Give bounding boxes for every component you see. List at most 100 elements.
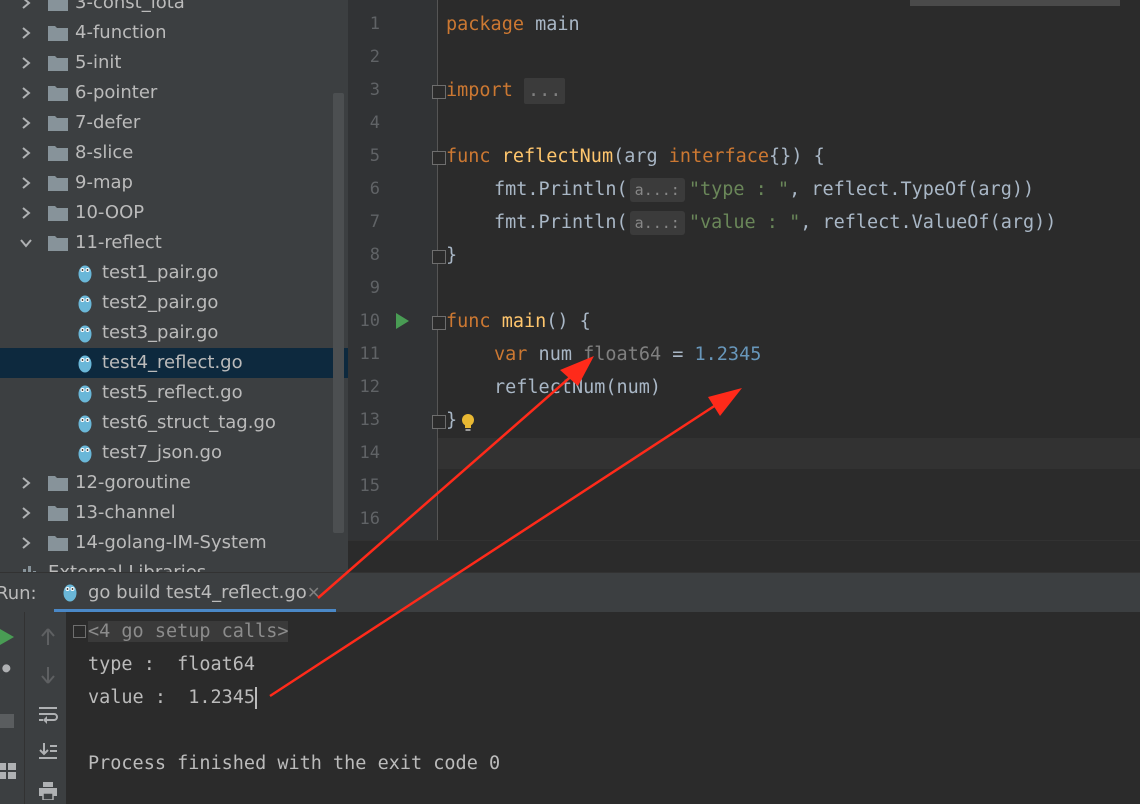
folder-icon — [48, 56, 68, 71]
fold-end-icon[interactable] — [432, 415, 446, 429]
tree-item-label: 14-golang-IM-System — [75, 532, 267, 553]
console-line: type : float64 — [88, 654, 256, 675]
fold-end-icon[interactable] — [432, 250, 446, 264]
tree-folder-item[interactable]: 7-defer — [0, 108, 348, 138]
expand-icon[interactable] — [73, 625, 86, 638]
tree-folder-item[interactable]: 9-map — [0, 168, 348, 198]
gopher-icon — [78, 355, 92, 373]
function-name: reflectNum — [501, 146, 614, 167]
tree-file-item[interactable]: test1_pair.go — [0, 258, 348, 288]
tree-folder-item[interactable]: 10-OOP — [0, 198, 348, 228]
tree-item-label: 9-map — [75, 172, 133, 193]
folder-icon — [48, 206, 68, 221]
gutter-divider — [437, 0, 438, 540]
code-editor[interactable]: 1234567891011121314151617 package main i… — [348, 0, 1140, 572]
folder-icon — [48, 236, 68, 251]
soft-wrap-icon[interactable] — [37, 704, 59, 726]
chevron-right-icon[interactable] — [18, 115, 34, 131]
tree-item-label: test5_reflect.go — [102, 382, 243, 403]
editor-footer — [348, 540, 1140, 572]
folded-region[interactable]: ... — [523, 78, 566, 104]
line-number: 6 — [369, 179, 380, 199]
tree-item-label: test7_json.go — [102, 442, 222, 463]
line-number: 1 — [369, 14, 380, 34]
folder-icon — [48, 86, 68, 101]
code-line-16: } — [446, 404, 457, 437]
text-caret — [255, 687, 258, 709]
tree-folder-item[interactable]: 4-function — [0, 18, 348, 48]
tree-item-label: 3-const_iota — [75, 0, 185, 13]
editor-scrollbar[interactable] — [910, 0, 1120, 6]
scroll-to-end-icon[interactable] — [37, 740, 59, 762]
tree-folder-item[interactable]: 12-goroutine — [0, 468, 348, 498]
rerun-icon[interactable] — [0, 626, 18, 648]
tree-file-item[interactable]: test7_json.go — [0, 438, 348, 468]
params-close: {}) { — [769, 146, 825, 167]
chevron-right-icon[interactable] — [18, 475, 34, 491]
tree-folder-item[interactable]: 3-const_iota — [0, 0, 348, 18]
tree-file-item[interactable]: test4_reflect.go — [0, 348, 348, 378]
chevron-down-icon[interactable] — [18, 235, 34, 251]
package-ref: fmt — [494, 179, 528, 200]
arrow-up-icon[interactable] — [37, 626, 59, 648]
chevron-right-icon[interactable] — [18, 0, 34, 11]
tree-file-item[interactable]: test6_struct_tag.go — [0, 408, 348, 438]
chevron-right-icon[interactable] — [18, 505, 34, 521]
fold-collapse-icon[interactable] — [432, 316, 446, 330]
library-icon — [23, 566, 36, 572]
line-number: 10 — [359, 311, 380, 331]
string-literal: "type : " — [688, 179, 790, 200]
tree-file-item[interactable]: test2_pair.go — [0, 288, 348, 318]
wrench-icon[interactable] — [0, 662, 18, 684]
gopher-icon — [78, 295, 92, 313]
tree-item-label: test1_pair.go — [102, 262, 219, 283]
code-line-14: var num float64 = 1.2345 — [494, 338, 761, 371]
chevron-right-icon[interactable] — [18, 25, 34, 41]
chevron-right-icon[interactable] — [18, 55, 34, 71]
stop-icon[interactable] — [0, 710, 18, 732]
chevron-right-icon[interactable] — [18, 535, 34, 551]
chevron-right-icon[interactable] — [18, 85, 34, 101]
code-line-9: fmt.Println(a...: "type : ", reflect.Type… — [494, 173, 1034, 206]
tree-file-item[interactable]: test3_pair.go — [0, 318, 348, 348]
console-output[interactable]: <4 go setup calls> type : float64 value … — [66, 612, 1140, 804]
code-line-13: func main() { — [446, 305, 591, 338]
tree-folder-item[interactable]: 13-channel — [0, 498, 348, 528]
close-icon[interactable]: ✕ — [307, 583, 320, 602]
print-icon[interactable] — [37, 780, 59, 802]
tree-folder-item[interactable]: 8-slice — [0, 138, 348, 168]
tree-folder-item[interactable]: 14-golang-IM-System — [0, 528, 348, 558]
fold-expand-icon[interactable] — [432, 85, 446, 99]
chevron-right-icon[interactable] — [18, 145, 34, 161]
lightbulb-icon[interactable] — [461, 413, 475, 433]
folder-icon — [48, 176, 68, 191]
run-gutter-icon[interactable] — [396, 313, 409, 329]
keyword: import — [446, 80, 513, 101]
tree-item-label: 6-pointer — [75, 82, 158, 103]
fold-collapse-icon[interactable] — [432, 151, 446, 165]
run-tab-title: go build test4_reflect.go — [88, 582, 307, 603]
chevron-right-icon[interactable] — [18, 205, 34, 221]
arrow-down-icon[interactable] — [37, 664, 59, 686]
chevron-right-icon[interactable] — [18, 175, 34, 191]
line-number: 9 — [369, 278, 380, 298]
line-number: 13 — [359, 410, 380, 430]
restore-layout-icon[interactable] — [0, 760, 18, 782]
gopher-icon — [78, 415, 92, 433]
tree-item-label: 8-slice — [75, 142, 134, 163]
tree-scrollbar[interactable] — [333, 93, 344, 533]
call: .Println( — [527, 212, 628, 233]
tree-folder-item[interactable]: 5-init — [0, 48, 348, 78]
tree-item-label: 7-defer — [75, 112, 141, 133]
parameter-hint: a...: — [629, 211, 685, 235]
tree-folder-item[interactable]: 11-reflect — [0, 228, 348, 258]
line-number: 11 — [359, 344, 380, 364]
params: (arg — [613, 146, 669, 167]
tree-folder-item[interactable]: External Libraries — [0, 558, 348, 572]
line-number: 2 — [369, 47, 380, 67]
tree-file-item[interactable]: test5_reflect.go — [0, 378, 348, 408]
tree-folder-item[interactable]: 6-pointer — [0, 78, 348, 108]
line-number: 7 — [369, 212, 380, 232]
go-setup-calls-fold[interactable]: <4 go setup calls> — [88, 621, 289, 642]
line-number: 3 — [369, 80, 380, 100]
